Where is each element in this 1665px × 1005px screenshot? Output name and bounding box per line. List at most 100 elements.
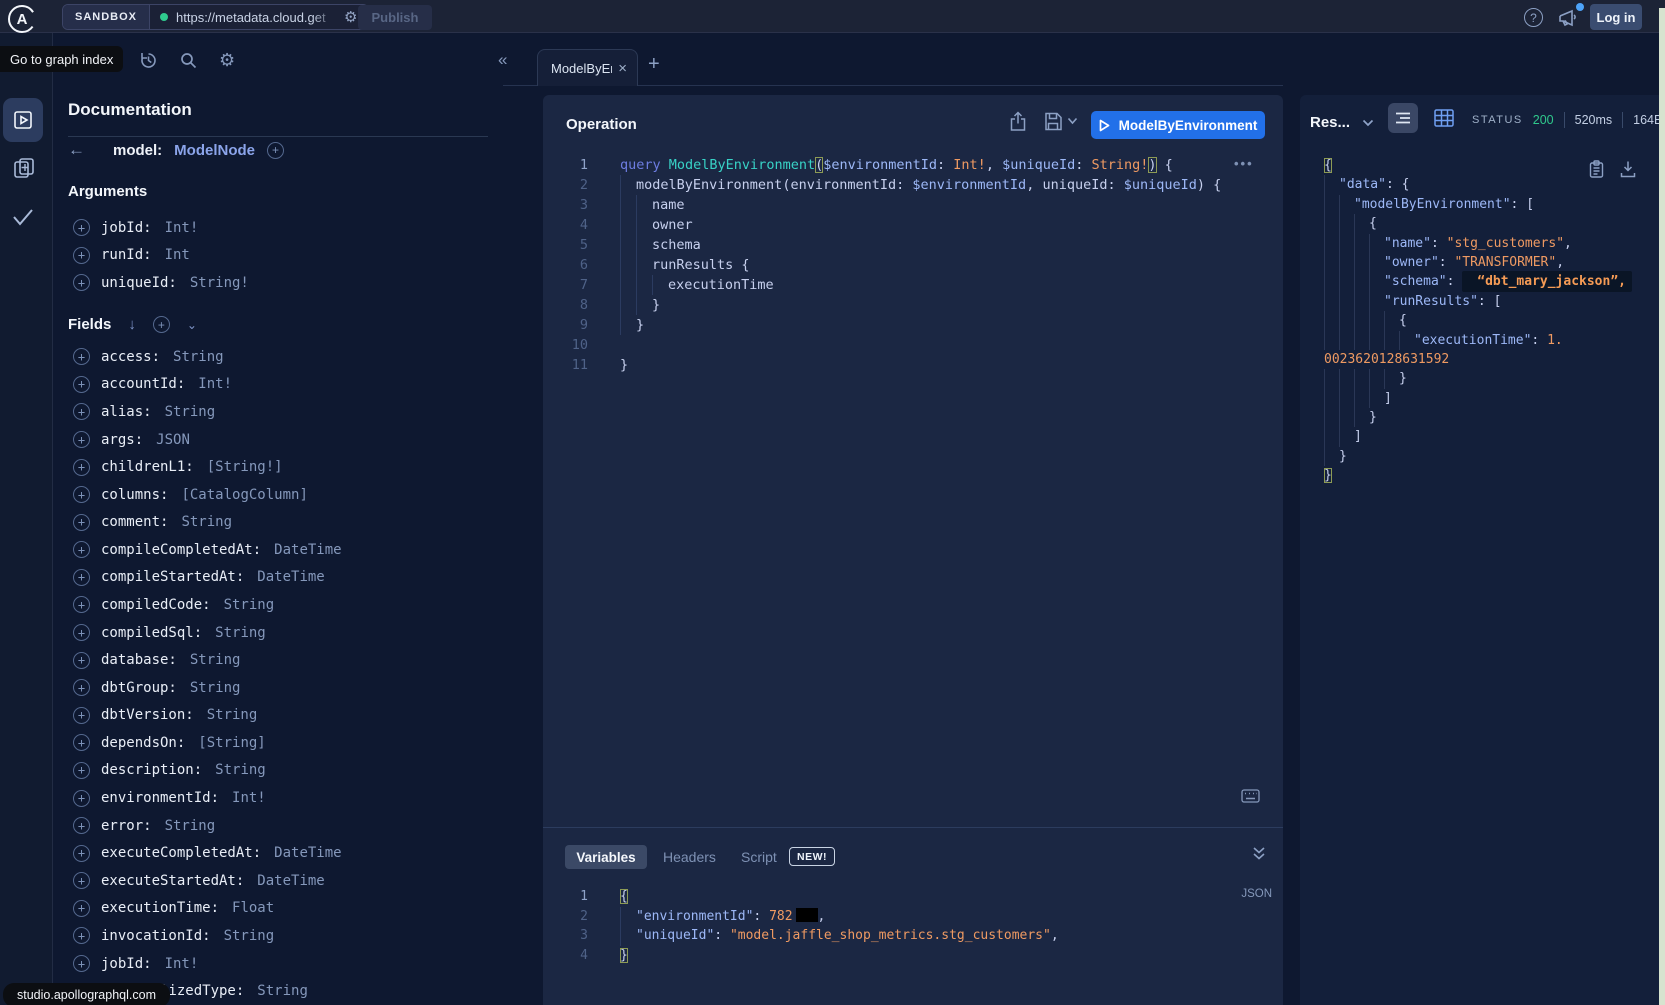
field-row[interactable]: + jobId: Int! xyxy=(73,950,513,978)
add-field-button[interactable]: + xyxy=(73,569,90,586)
collapse-sidebar-icon[interactable]: « xyxy=(498,50,507,70)
add-field-button[interactable]: + xyxy=(73,872,90,889)
field-type[interactable]: [String!] xyxy=(207,459,283,475)
tab-script[interactable]: Script xyxy=(741,849,777,865)
close-tab-icon[interactable]: × xyxy=(618,60,627,77)
field-name[interactable]: executeStartedAt: xyxy=(101,873,244,889)
collapse-variables-icon[interactable] xyxy=(1252,846,1266,861)
type-name-link[interactable]: ModelNode xyxy=(174,142,255,159)
history-icon[interactable] xyxy=(139,51,158,69)
add-field-button[interactable]: + xyxy=(73,762,90,779)
field-type[interactable]: String xyxy=(224,597,275,613)
field-type[interactable]: DateTime xyxy=(274,542,341,558)
save-operation-icon[interactable] xyxy=(1044,111,1063,132)
add-argument-button[interactable]: + xyxy=(73,219,90,236)
field-type[interactable]: String xyxy=(165,404,216,420)
argument-name[interactable]: jobId: xyxy=(101,220,152,236)
field-name[interactable]: dbtGroup: xyxy=(101,680,177,696)
add-field-button[interactable]: + xyxy=(73,955,90,972)
explorer-nav-icon[interactable] xyxy=(3,98,43,142)
sort-fields-icon[interactable]: ↓ xyxy=(128,316,136,333)
field-name[interactable]: compiledCode: xyxy=(101,597,211,613)
keyboard-shortcuts-icon[interactable] xyxy=(1241,789,1260,803)
field-type[interactable]: String xyxy=(190,652,241,668)
add-field-button[interactable]: + xyxy=(73,679,90,696)
add-argument-button[interactable]: + xyxy=(73,274,90,291)
field-row[interactable]: + childrenL1: [String!] xyxy=(73,453,513,481)
field-row[interactable]: + access: String xyxy=(73,343,513,371)
add-field-button[interactable]: + xyxy=(73,459,90,476)
add-field-button[interactable]: + xyxy=(73,376,90,393)
add-field-button[interactable]: + xyxy=(73,514,90,531)
add-field-button[interactable]: + xyxy=(73,486,90,503)
field-name[interactable]: dependsOn: xyxy=(101,735,185,751)
field-row[interactable]: + invocationId: String xyxy=(73,922,513,950)
field-type[interactable]: String xyxy=(165,818,216,834)
raw-view-toggle[interactable] xyxy=(1388,103,1418,133)
endpoint-url[interactable]: https://metadata.cloud.get xyxy=(176,10,336,25)
field-name[interactable]: invocationId: xyxy=(101,928,211,944)
field-name[interactable]: error: xyxy=(101,818,152,834)
argument-type[interactable]: Int xyxy=(165,247,190,263)
apollo-logo-icon[interactable]: A xyxy=(7,4,37,34)
field-row[interactable]: + error: String xyxy=(73,812,513,840)
argument-name[interactable]: runId: xyxy=(101,247,152,263)
checks-nav-icon[interactable] xyxy=(11,206,35,228)
field-name[interactable]: childrenL1: xyxy=(101,459,194,475)
field-name[interactable]: compileStartedAt: xyxy=(101,569,244,585)
argument-row[interactable]: + jobId: Int! xyxy=(73,214,513,242)
new-tab-button[interactable]: + xyxy=(648,53,660,76)
field-name[interactable]: columns: xyxy=(101,487,168,503)
field-name[interactable]: compiledSql: xyxy=(101,625,202,641)
field-row[interactable]: + dbtVersion: String xyxy=(73,702,513,730)
field-row[interactable]: + compiledCode: String xyxy=(73,591,513,619)
field-name[interactable]: comment: xyxy=(101,514,168,530)
fields-options-chevron-icon[interactable]: ⌄ xyxy=(187,318,197,332)
field-name[interactable]: args: xyxy=(101,432,143,448)
field-row[interactable]: + columns: [CatalogColumn] xyxy=(73,481,513,509)
field-type[interactable]: DateTime xyxy=(274,845,341,861)
field-row[interactable]: + compiledSql: String xyxy=(73,619,513,647)
operation-tab[interactable]: ModelByEnvi... × xyxy=(537,49,638,86)
field-name[interactable]: jobId: xyxy=(101,956,152,972)
field-type[interactable]: DateTime xyxy=(257,873,324,889)
add-argument-button[interactable]: + xyxy=(73,247,90,264)
field-type[interactable]: String xyxy=(215,762,266,778)
response-title[interactable]: Res... xyxy=(1310,114,1350,131)
add-field-button[interactable]: + xyxy=(73,431,90,448)
field-row[interactable]: + args: JSON xyxy=(73,426,513,454)
argument-type[interactable]: Int! xyxy=(165,220,199,236)
field-name[interactable]: dbtVersion: xyxy=(101,707,194,723)
tab-variables[interactable]: Variables xyxy=(565,845,647,869)
field-type[interactable]: String xyxy=(207,707,258,723)
add-field-button[interactable]: + xyxy=(73,624,90,641)
announcements-icon[interactable] xyxy=(1557,8,1579,28)
field-type[interactable]: [String] xyxy=(198,735,265,751)
help-icon[interactable]: ? xyxy=(1524,8,1543,27)
publish-button[interactable]: Publish xyxy=(358,5,432,30)
field-name[interactable]: alias: xyxy=(101,404,152,420)
response-json-viewer[interactable]: { "data": { "modelByEnvironment": [ { "n… xyxy=(1324,156,1654,486)
field-type[interactable]: String xyxy=(190,680,241,696)
login-button[interactable]: Log in xyxy=(1590,4,1642,30)
field-type[interactable]: String xyxy=(224,928,275,944)
tab-headers[interactable]: Headers xyxy=(663,849,716,865)
field-name[interactable]: compileCompletedAt: xyxy=(101,542,261,558)
field-type[interactable]: [CatalogColumn] xyxy=(181,487,307,503)
add-all-fields-button[interactable]: + xyxy=(267,142,284,159)
add-field-button[interactable]: + xyxy=(73,817,90,834)
field-type[interactable]: DateTime xyxy=(257,569,324,585)
search-icon[interactable] xyxy=(180,52,197,69)
field-row[interactable]: + executeStartedAt: DateTime xyxy=(73,867,513,895)
add-field-button[interactable]: + xyxy=(73,403,90,420)
field-type[interactable]: Int! xyxy=(232,790,266,806)
argument-type[interactable]: String! xyxy=(190,275,249,291)
add-field-button[interactable]: + xyxy=(73,790,90,807)
field-name[interactable]: database: xyxy=(101,652,177,668)
field-row[interactable]: + executeCompletedAt: DateTime xyxy=(73,839,513,867)
field-name[interactable]: accountId: xyxy=(101,376,185,392)
field-type[interactable]: Int! xyxy=(165,956,199,972)
add-field-button[interactable]: + xyxy=(73,596,90,613)
connection-settings-gear-icon[interactable]: ⚙ xyxy=(344,10,357,25)
field-row[interactable]: + alias: String xyxy=(73,398,513,426)
